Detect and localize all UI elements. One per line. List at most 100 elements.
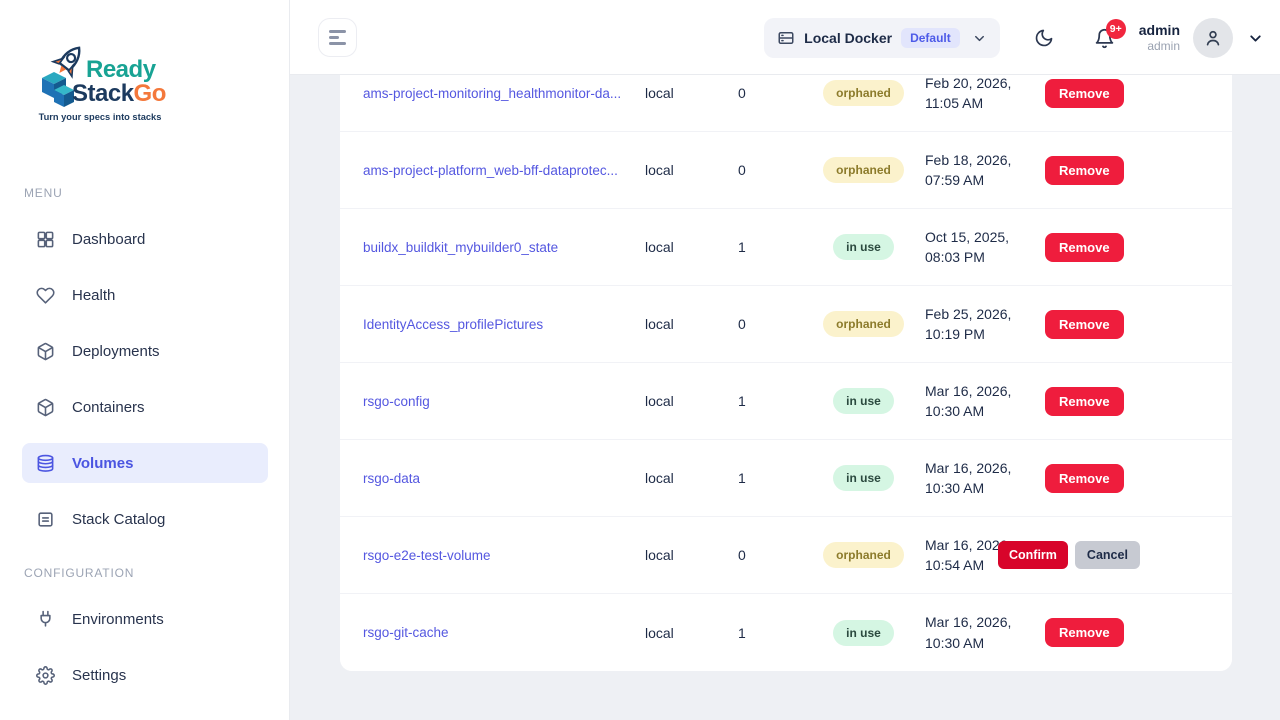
user-name: admin xyxy=(1139,22,1180,40)
sidebar-item-environments[interactable]: Environments xyxy=(22,599,268,639)
menu-toggle-button[interactable] xyxy=(318,18,357,57)
volume-driver: local xyxy=(645,239,738,255)
volume-name-link[interactable]: ams-project-platform_web-bff-dataprotec.… xyxy=(363,163,645,178)
volume-driver: local xyxy=(645,625,738,641)
volume-name-link[interactable]: ams-project-monitoring_healthmonitor-da.… xyxy=(363,86,645,101)
status-badge: in use xyxy=(833,234,894,260)
table-row: IdentityAccess_profilePictures local 0 o… xyxy=(340,286,1232,363)
app-logo: Ready StackGo Turn your specs into stack… xyxy=(34,44,164,126)
remove-button[interactable]: Remove xyxy=(1045,618,1124,647)
sidebar-section-configuration: CONFIGURATION xyxy=(24,566,134,580)
volume-container-count: 0 xyxy=(738,316,788,332)
volume-created-date: Feb 18, 2026, 07:59 AM xyxy=(925,150,1040,191)
sidebar-item-deployments[interactable]: Deployments xyxy=(22,331,268,371)
sidebar-item-label: Settings xyxy=(72,667,126,684)
volume-container-count: 0 xyxy=(738,85,788,101)
table-row: rsgo-data local 1 in use Mar 16, 2026, 1… xyxy=(340,440,1232,517)
volume-created-date: Feb 25, 2026, 10:19 PM xyxy=(925,304,1040,345)
volume-driver: local xyxy=(645,547,738,563)
table-row: buildx_buildkit_mybuilder0_state local 1… xyxy=(340,209,1232,286)
top-header: Local Docker Default 9+ admin admin xyxy=(290,0,1280,75)
sidebar-item-label: Environments xyxy=(72,611,164,628)
cube-icon xyxy=(36,398,55,417)
sidebar-item-label: Stack Catalog xyxy=(72,511,165,528)
sidebar-item-volumes[interactable]: Volumes xyxy=(22,443,268,483)
status-badge: orphaned xyxy=(823,542,904,568)
dark-mode-toggle[interactable] xyxy=(1034,28,1054,48)
remove-button[interactable]: Remove xyxy=(1045,233,1124,262)
volume-container-count: 1 xyxy=(738,239,788,255)
chevron-down-icon xyxy=(972,31,987,46)
volume-driver: local xyxy=(645,162,738,178)
volume-container-count: 1 xyxy=(738,625,788,641)
notifications-button[interactable]: 9+ xyxy=(1094,28,1115,49)
volume-driver: local xyxy=(645,470,738,486)
volume-name-link[interactable]: rsgo-e2e-test-volume xyxy=(363,548,645,563)
person-icon xyxy=(1203,28,1223,48)
remove-button[interactable]: Remove xyxy=(1045,387,1124,416)
sidebar-item-containers[interactable]: Containers xyxy=(22,387,268,427)
status-badge: orphaned xyxy=(823,80,904,106)
table-row: rsgo-git-cache local 1 in use Mar 16, 20… xyxy=(340,594,1232,671)
cancel-remove-button[interactable]: Cancel xyxy=(1075,541,1140,569)
sidebar-item-stack-catalog[interactable]: Stack Catalog xyxy=(22,499,268,539)
brand-name-stackgo: StackGo xyxy=(72,80,166,108)
sidebar-item-label: Health xyxy=(72,287,115,304)
user-menu-chevron[interactable] xyxy=(1247,30,1264,47)
database-icon xyxy=(36,454,55,473)
sidebar-section-menu: MENU xyxy=(24,186,63,200)
volume-name-link[interactable]: buildx_buildkit_mybuilder0_state xyxy=(363,240,645,255)
sidebar-item-health[interactable]: Health xyxy=(22,275,268,315)
grid-icon xyxy=(36,230,55,249)
volume-container-count: 1 xyxy=(738,393,788,409)
table-row: rsgo-config local 1 in use Mar 16, 2026,… xyxy=(340,363,1232,440)
remove-button[interactable]: Remove xyxy=(1045,156,1124,185)
cube-icon xyxy=(36,342,55,361)
volume-created-date: Mar 16, 2026, 10:30 AM xyxy=(925,381,1040,422)
notification-count-badge: 9+ xyxy=(1106,19,1126,39)
volume-name-link[interactable]: rsgo-git-cache xyxy=(363,625,645,640)
volume-name-link[interactable]: rsgo-config xyxy=(363,394,645,409)
confirm-remove-button[interactable]: Confirm xyxy=(998,541,1068,569)
moon-icon xyxy=(1034,28,1054,48)
sidebar-item-dashboard[interactable]: Dashboard xyxy=(22,219,268,259)
user-info: admin admin xyxy=(1139,22,1180,55)
sidebar-item-settings[interactable]: Settings xyxy=(22,655,268,695)
volume-created-date: Mar 16, 2026, 10:30 AM xyxy=(925,458,1040,499)
remove-button[interactable]: Remove xyxy=(1045,310,1124,339)
status-badge: orphaned xyxy=(823,157,904,183)
status-badge: in use xyxy=(833,620,894,646)
brand-tagline: Turn your specs into stacks xyxy=(36,112,164,122)
status-badge: in use xyxy=(833,388,894,414)
user-role: admin xyxy=(1139,39,1180,54)
sidebar-item-label: Containers xyxy=(72,399,145,416)
volume-name-link[interactable]: rsgo-data xyxy=(363,471,645,486)
sidebar-item-label: Volumes xyxy=(72,455,133,472)
volume-created-date: Oct 15, 2025, 08:03 PM xyxy=(925,227,1040,268)
user-avatar[interactable] xyxy=(1193,18,1233,58)
gear-icon xyxy=(36,666,55,685)
sidebar: Ready StackGo Turn your specs into stack… xyxy=(0,0,290,720)
volume-container-count: 0 xyxy=(738,162,788,178)
hamburger-icon xyxy=(329,30,346,33)
volume-container-count: 0 xyxy=(738,547,788,563)
document-icon xyxy=(36,510,55,529)
volume-driver: local xyxy=(645,393,738,409)
volume-name-link[interactable]: IdentityAccess_profilePictures xyxy=(363,317,645,332)
remove-button[interactable]: Remove xyxy=(1045,464,1124,493)
sidebar-item-label: Deployments xyxy=(72,343,160,360)
volume-created-date: Feb 20, 2026, 11:05 AM xyxy=(925,75,1040,113)
remove-button[interactable]: Remove xyxy=(1045,79,1124,108)
volume-driver: local xyxy=(645,316,738,332)
volume-created-date: Mar 16, 2026, 10:30 AM xyxy=(925,612,1040,653)
table-row: rsgo-e2e-test-volume local 0 orphaned Ma… xyxy=(340,517,1232,594)
volume-driver: local xyxy=(645,85,738,101)
chevron-down-icon xyxy=(1247,30,1264,47)
sidebar-item-label: Dashboard xyxy=(72,231,145,248)
volume-container-count: 1 xyxy=(738,470,788,486)
volumes-table: ams-project-monitoring_healthmonitor-da.… xyxy=(340,75,1232,671)
environment-name: Local Docker xyxy=(804,30,892,46)
environment-default-badge: Default xyxy=(901,28,960,48)
environment-selector[interactable]: Local Docker Default xyxy=(764,18,1000,58)
heart-icon xyxy=(36,286,55,305)
